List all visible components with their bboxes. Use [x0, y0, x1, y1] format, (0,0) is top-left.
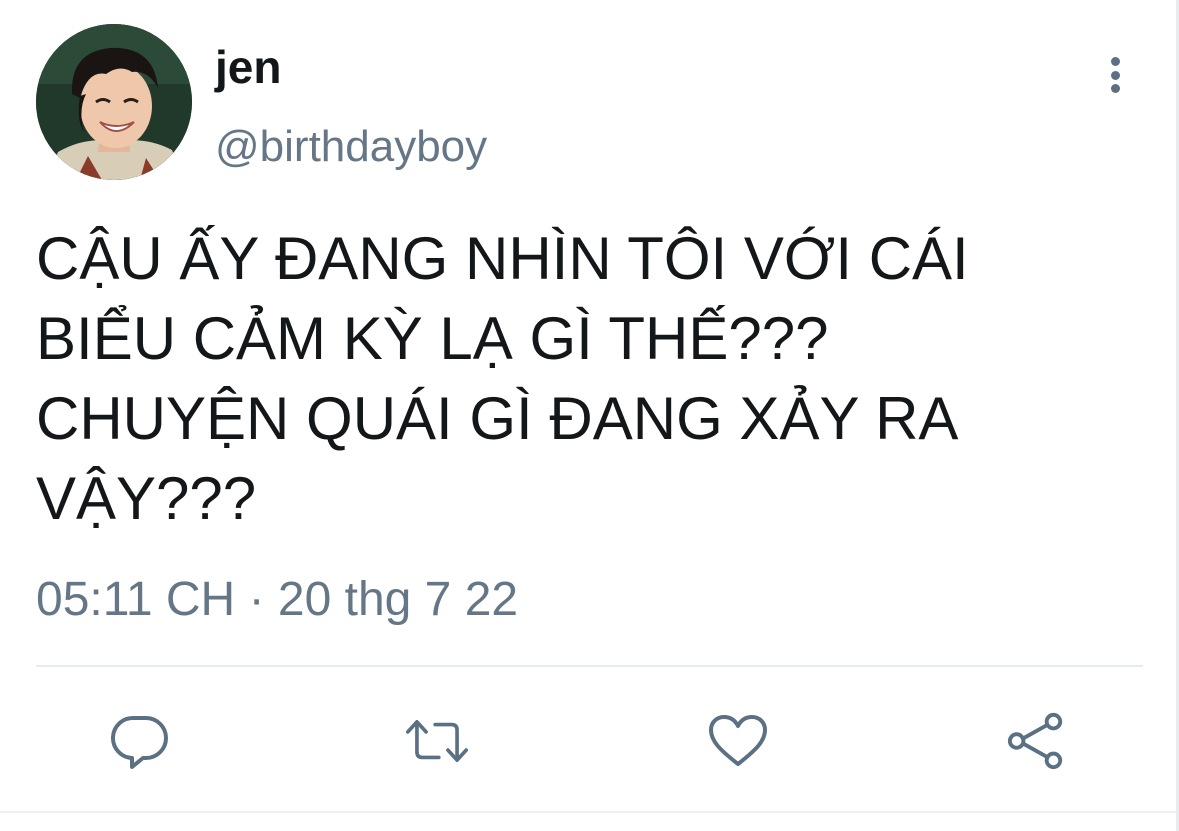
reply-icon	[110, 715, 168, 769]
tweet-timestamp[interactable]: 05:11 CH · 20 thg 7 22	[36, 568, 518, 632]
heart-icon	[709, 715, 767, 766]
like-button[interactable]	[707, 710, 769, 772]
display-name[interactable]: jen	[215, 40, 281, 94]
avatar[interactable]	[36, 24, 192, 180]
retweet-button[interactable]	[406, 710, 468, 772]
more-options-button[interactable]	[1094, 52, 1136, 98]
share-button[interactable]	[1005, 710, 1067, 772]
bottom-border	[0, 811, 1179, 813]
tweet-text-line: BIỂU CẢM KỲ LẠ GÌ THẾ???	[36, 305, 829, 372]
tweet-text: CẬU ẤY ĐANG NHÌN TÔI VỚI CÁI BIỂU CẢM KỲ…	[36, 219, 1046, 539]
more-options-icon-dot	[1110, 84, 1120, 93]
avatar-photo	[36, 24, 192, 180]
share-icon	[1007, 712, 1063, 770]
tweet-card: jen @birthdayboy CẬU ẤY ĐANG NHÌN TÔI VỚ…	[0, 0, 1179, 831]
user-handle[interactable]: @birthdayboy	[215, 120, 487, 174]
more-options-icon-dot	[1110, 70, 1120, 80]
tweet-time: 05:11 CH	[36, 573, 236, 626]
retweet-icon	[406, 720, 468, 762]
tweet-date: 20 thg 7 22	[277, 573, 519, 626]
tweet-text-line: CHUYỆN QUÁI GÌ ĐANG XẢY RA	[36, 385, 959, 452]
reply-button[interactable]	[109, 710, 171, 772]
timestamp-separator: ·	[248, 573, 265, 626]
more-options-icon	[1110, 57, 1120, 66]
tweet-text-line: CẬU ẤY ĐANG NHÌN TÔI VỚI CÁI	[36, 225, 969, 292]
tweet-text-line: VẬY???	[36, 465, 257, 532]
divider	[36, 665, 1143, 667]
